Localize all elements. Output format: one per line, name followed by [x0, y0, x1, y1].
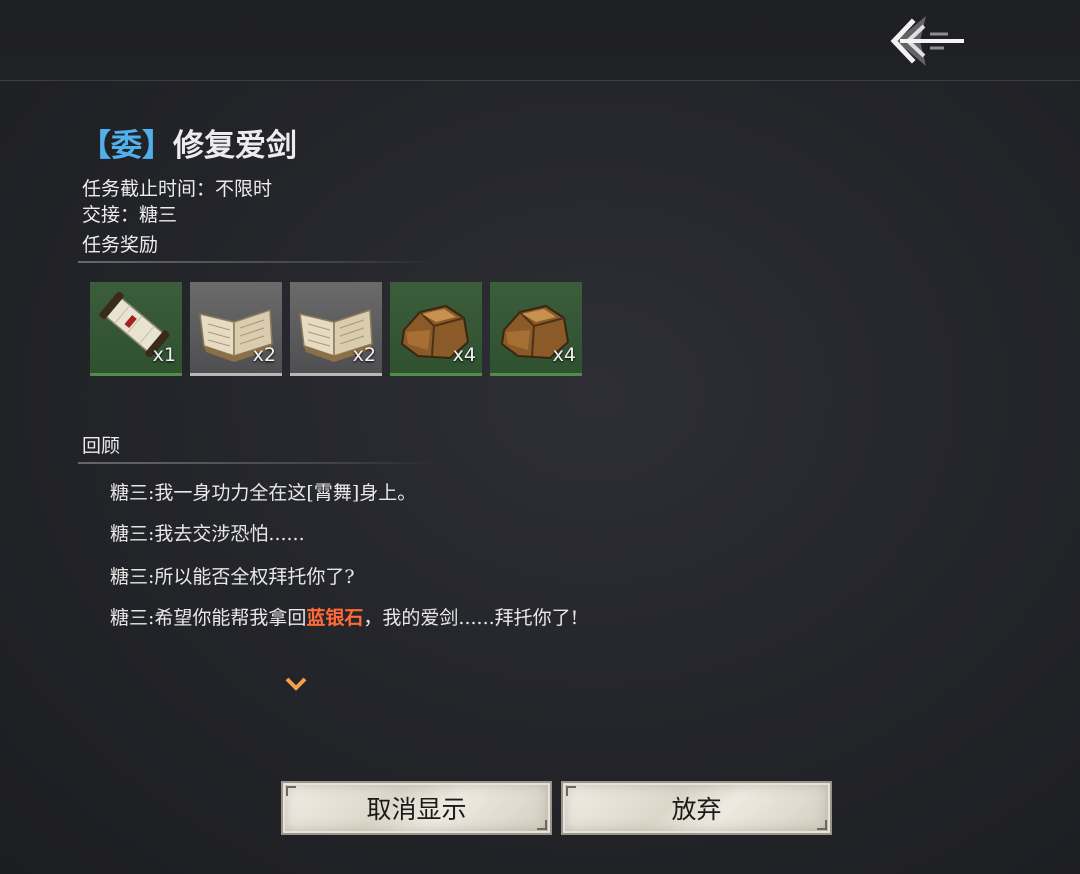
quest-title: 【委】修复爱剑 — [80, 124, 297, 168]
dialogue-line: 糖三:希望你能帮我拿回蓝银石，我的爱剑......拜托你了! — [110, 603, 578, 630]
review-label: 回顾 — [82, 435, 121, 457]
reward-quantity: x2 — [252, 344, 276, 366]
quest-name: 修复爱剑 — [173, 128, 297, 164]
quest-deadline: 任务截止时间：不限时 — [82, 178, 273, 200]
rewards-divider — [78, 261, 438, 263]
reward-slot[interactable]: x2 — [190, 282, 282, 376]
quest-submit-to: 交接：糖三 — [82, 204, 178, 226]
reward-quantity: x4 — [552, 344, 576, 366]
reward-quantity: x1 — [152, 344, 176, 366]
reward-slot[interactable]: x1 — [90, 282, 182, 376]
back-button[interactable] — [886, 10, 970, 72]
hide-quest-button[interactable]: 取消显示 — [281, 781, 552, 835]
reward-slot[interactable]: x4 — [390, 282, 482, 376]
reward-list: x1 x2 x2 x4 x4 — [90, 282, 582, 376]
dialogue-line: 糖三:我去交涉恐怕...... — [110, 523, 305, 545]
reward-quantity: x2 — [352, 344, 376, 366]
dialogue-text: ，我的爱剑......拜托你了! — [363, 607, 579, 629]
reward-slot[interactable]: x4 — [490, 282, 582, 376]
rewards-label: 任务奖励 — [82, 234, 159, 256]
highlighted-item-name: 蓝银石 — [306, 607, 364, 629]
quest-tag-bracket-left: 【 — [80, 128, 111, 164]
top-bar — [0, 0, 1080, 81]
abandon-quest-button[interactable]: 放弃 — [561, 781, 832, 835]
quest-tag-bracket-right: 】 — [142, 128, 173, 164]
dialogue-line: 糖三:我一身功力全在这[霄舞]身上。 — [110, 482, 417, 504]
chevron-down-icon[interactable] — [284, 675, 308, 693]
reward-slot[interactable]: x2 — [290, 282, 382, 376]
review-divider — [78, 462, 438, 464]
dialogue-text: 糖三:希望你能帮我拿回 — [110, 607, 307, 629]
reward-quantity: x4 — [452, 344, 476, 366]
dialogue-line: 糖三:所以能否全权拜托你了? — [110, 566, 355, 588]
back-arrow-icon — [890, 16, 964, 66]
quest-tag: 委 — [111, 128, 142, 164]
